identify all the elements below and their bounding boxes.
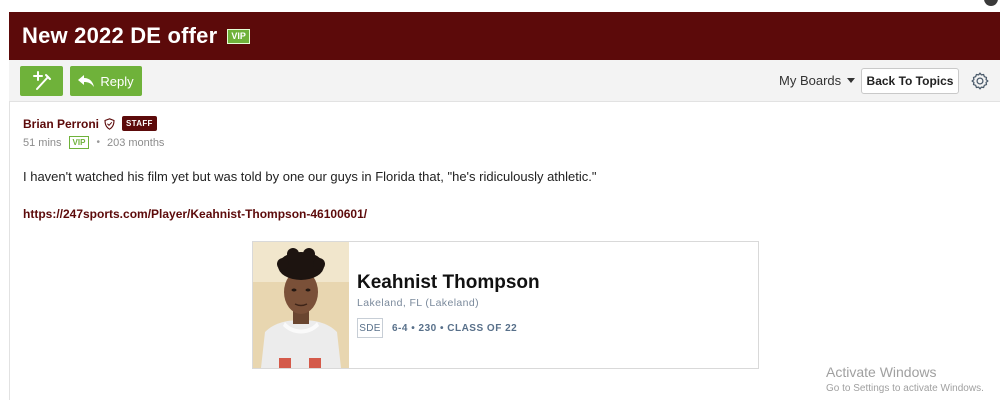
profile-avatar-icon[interactable] — [984, 0, 998, 6]
member-duration: 203 months — [106, 136, 165, 149]
settings-button[interactable] — [969, 70, 991, 92]
gear-icon — [971, 72, 989, 90]
watermark-title: Activate Windows — [826, 364, 937, 380]
activate-windows-watermark: Activate Windows Go to Settings to activ… — [826, 364, 984, 394]
meta-separator: • — [96, 137, 100, 148]
my-boards-dropdown[interactable]: My Boards — [779, 73, 856, 88]
back-to-topics-button[interactable]: Back To Topics — [861, 68, 959, 94]
player-name: Keahnist Thompson — [357, 272, 540, 293]
shield-icon — [104, 117, 115, 130]
author-vip-badge: VIP — [68, 136, 90, 149]
topic-header: New 2022 DE offer VIP — [9, 12, 1000, 60]
watermark-subtitle: Go to Settings to activate Windows. — [826, 383, 984, 394]
vip-badge: VIP — [227, 28, 250, 44]
reply-label: Reply — [100, 73, 134, 89]
my-boards-label: My Boards — [779, 73, 842, 88]
caret-down-icon — [847, 78, 856, 83]
reply-button[interactable]: Reply — [70, 66, 142, 96]
player-stats: 6-4 • 230 • CLASS OF 22 — [392, 323, 518, 334]
page: New 2022 DE offer VIP Reply My Boards Ba… — [0, 0, 1000, 400]
player-location: Lakeland, FL (Lakeland) — [357, 297, 480, 309]
player-card[interactable]: Keahnist Thompson Lakeland, FL (Lakeland… — [252, 241, 759, 369]
player-profile-link[interactable]: https://247sports.com/Player/Keahnist-Th… — [23, 207, 367, 221]
magic-wand-plus-icon — [32, 71, 51, 90]
post-meta: 51 mins VIP • 203 months — [23, 136, 164, 149]
post-author-row: Brian Perroni STAFF — [23, 116, 157, 131]
forum-post: Brian Perroni STAFF 51 mins VIP • 203 mo… — [9, 102, 1000, 400]
author-name[interactable]: Brian Perroni — [23, 117, 99, 131]
topic-title: New 2022 DE offer — [22, 23, 218, 48]
post-time: 51 mins — [23, 136, 62, 149]
player-photo — [253, 242, 349, 368]
staff-badge: STAFF — [122, 116, 157, 131]
topic-toolbar: Reply My Boards Back To Topics — [9, 60, 1000, 102]
player-position: SDE — [357, 318, 383, 338]
new-post-button[interactable] — [20, 66, 63, 96]
post-body: I haven't watched his film yet but was t… — [23, 169, 597, 184]
reply-arrow-icon — [78, 75, 95, 87]
